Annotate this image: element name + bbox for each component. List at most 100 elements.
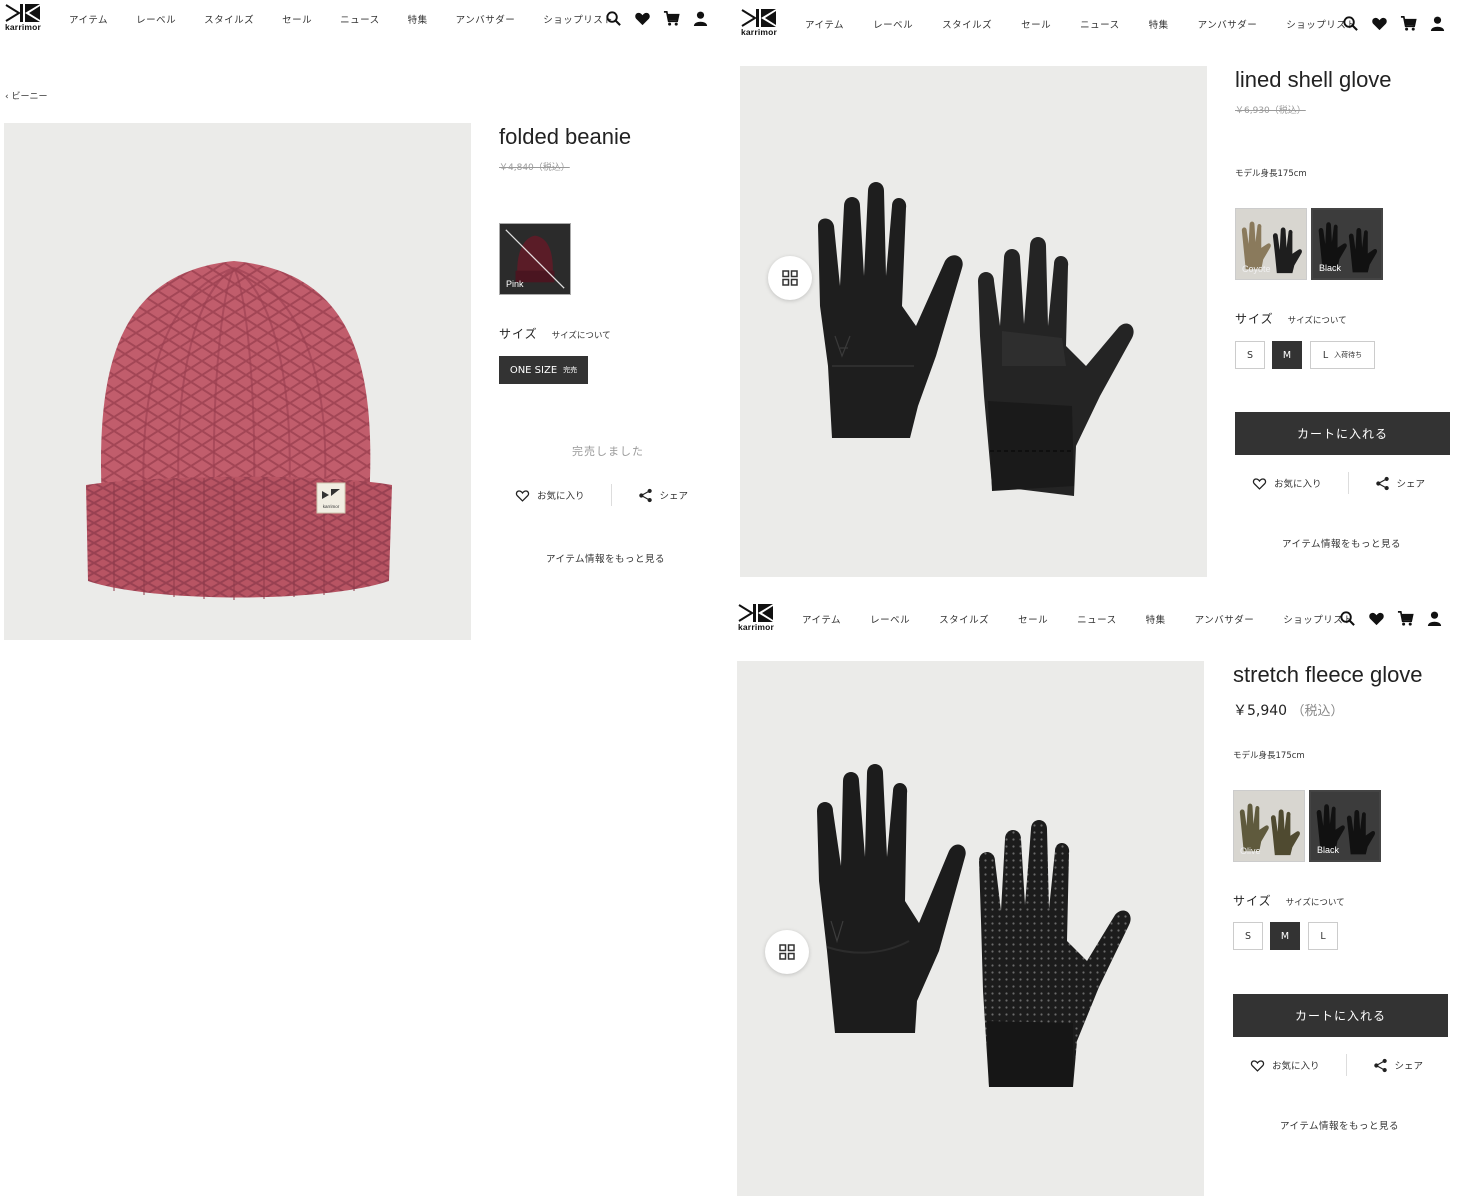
cart-icon[interactable] <box>663 10 680 27</box>
brand-logo[interactable]: karrimor <box>3 3 43 32</box>
heart-icon[interactable] <box>1368 610 1385 627</box>
account-icon[interactable] <box>1429 15 1446 32</box>
size-label: M <box>1282 349 1292 361</box>
nav-item-sale[interactable]: セール <box>1018 612 1048 626</box>
size-option-l[interactable]: L <box>1308 922 1338 950</box>
size-option-l[interactable]: L 入荷待ち <box>1310 341 1375 369</box>
main-nav: アイテム レーベル スタイルズ セール ニュース 特集 アンバサダー ショップリ… <box>69 12 613 26</box>
main-nav: アイテム レーベル スタイルズ セール ニュース 特集 アンバサダー ショップリ… <box>805 17 1356 31</box>
add-to-cart-button[interactable]: カートに入れる <box>1235 412 1450 455</box>
cart-icon[interactable] <box>1400 15 1417 32</box>
share-label: シェア <box>1394 1061 1424 1072</box>
more-item-info-link[interactable]: アイテム情報をもっと見る <box>1280 1118 1399 1132</box>
color-swatch-coyote[interactable]: Coyote <box>1235 208 1307 280</box>
color-swatch-pink[interactable]: Pink <box>499 223 571 295</box>
search-icon[interactable] <box>1339 610 1356 627</box>
heart-icon[interactable] <box>1371 15 1388 32</box>
share-button[interactable]: シェア <box>1375 476 1426 491</box>
size-option-m[interactable]: M <box>1272 341 1302 369</box>
more-item-info-link[interactable]: アイテム情報をもっと見る <box>1282 536 1401 550</box>
karrimor-logo-icon <box>738 604 773 622</box>
nav-item-items[interactable]: アイテム <box>805 17 844 31</box>
nav-item-features[interactable]: 特集 <box>1149 17 1169 31</box>
size-option-m[interactable]: M <box>1270 922 1300 950</box>
header-icons <box>605 10 709 27</box>
add-to-cart-button[interactable]: カートに入れる <box>1233 994 1448 1037</box>
logo-text: karrimor <box>737 622 775 632</box>
size-status: 完売 <box>563 366 578 374</box>
nav-item-styles[interactable]: スタイルズ <box>942 17 992 31</box>
site-header: karrimor アイテム レーベル スタイルズ セール ニュース 特集 アンバ… <box>733 596 1478 640</box>
zoom-button[interactable] <box>765 930 809 974</box>
nav-item-news[interactable]: ニュース <box>1077 612 1117 626</box>
size-header: サイズ サイズについて <box>499 325 611 342</box>
nav-item-news[interactable]: ニュース <box>340 12 380 26</box>
nav-item-styles[interactable]: スタイルズ <box>939 612 989 626</box>
site-header: karrimor アイテム レーベル スタイルズ セール ニュース 特集 アンバ… <box>736 0 1478 44</box>
product-image[interactable] <box>737 661 1204 1196</box>
nav-item-sale[interactable]: セール <box>1021 17 1051 31</box>
nav-item-features[interactable]: 特集 <box>408 12 428 26</box>
product-page-lined-shell-glove: karrimor アイテム レーベル スタイルズ セール ニュース 特集 アンバ… <box>736 0 1478 590</box>
nav-item-ambassador[interactable]: アンバサダー <box>1195 612 1255 626</box>
color-swatch-olive[interactable]: Olive <box>1233 790 1305 862</box>
nav-item-ambassador[interactable]: アンバサダー <box>1198 17 1258 31</box>
site-header: karrimor アイテム レーベル スタイルズ セール ニュース 特集 アンバ… <box>0 0 720 44</box>
share-label: シェア <box>1396 479 1426 490</box>
share-button[interactable]: シェア <box>638 488 688 503</box>
sold-out-notice: 完売しました <box>572 445 644 458</box>
account-icon[interactable] <box>1426 610 1443 627</box>
brand-logo[interactable]: karrimor <box>739 8 779 37</box>
nav-item-features[interactable]: 特集 <box>1146 612 1166 626</box>
zoom-button[interactable] <box>768 256 812 300</box>
nav-item-label[interactable]: レーベル <box>870 612 910 626</box>
favorite-button[interactable]: お気に入り <box>1250 1058 1320 1073</box>
product-image[interactable]: karrimor <box>4 123 471 640</box>
divider <box>1347 472 1349 494</box>
svg-text:karrimor: karrimor <box>323 504 340 509</box>
nav-item-shoplist[interactable]: ショップリスト <box>543 12 613 26</box>
karrimor-logo-icon <box>741 9 776 27</box>
size-guide-link[interactable]: サイズについて <box>552 329 611 341</box>
size-heading: サイズ <box>1235 312 1274 326</box>
size-label: L <box>1322 349 1329 361</box>
favorite-label: お気に入り <box>537 491 585 502</box>
nav-item-label[interactable]: レーベル <box>873 17 913 31</box>
size-option-one-size[interactable]: ONE SIZE 完売 <box>499 356 588 384</box>
nav-item-sale[interactable]: セール <box>282 12 312 26</box>
heart-icon[interactable] <box>634 10 651 27</box>
favorite-button[interactable]: お気に入り <box>1252 476 1322 491</box>
more-item-info-link[interactable]: アイテム情報をもっと見る <box>546 551 665 565</box>
nav-item-news[interactable]: ニュース <box>1080 17 1120 31</box>
beanie-image: karrimor <box>86 261 392 600</box>
size-guide-link[interactable]: サイズについて <box>1288 314 1347 326</box>
share-button[interactable]: シェア <box>1373 1058 1424 1073</box>
nav-item-styles[interactable]: スタイルズ <box>204 12 254 26</box>
brand-logo[interactable]: karrimor <box>736 603 776 632</box>
size-header: サイズ サイズについて <box>1233 892 1345 909</box>
account-icon[interactable] <box>692 10 709 27</box>
nav-item-items[interactable]: アイテム <box>69 12 108 26</box>
search-icon[interactable] <box>605 10 622 27</box>
size-status: 入荷待ち <box>1334 351 1363 359</box>
color-swatch-black[interactable]: Black <box>1309 790 1381 862</box>
color-swatch-black[interactable]: Black <box>1311 208 1383 280</box>
original-price: ￥6,930（税込） <box>1235 106 1306 116</box>
main-nav: アイテム レーベル スタイルズ セール ニュース 特集 アンバサダー ショップリ… <box>802 612 1353 626</box>
nav-item-ambassador[interactable]: アンバサダー <box>456 12 516 26</box>
nav-item-items[interactable]: アイテム <box>802 612 841 626</box>
header-icons <box>1339 610 1443 627</box>
product-actions: お気に入り シェア <box>1250 1054 1423 1076</box>
product-image[interactable] <box>740 66 1207 577</box>
size-option-s[interactable]: S <box>1233 922 1263 950</box>
size-guide-link[interactable]: サイズについて <box>1286 896 1345 908</box>
cart-icon[interactable] <box>1397 610 1414 627</box>
original-price: ￥4,840（税込） <box>499 163 570 173</box>
search-icon[interactable] <box>1342 15 1359 32</box>
favorite-button[interactable]: お気に入り <box>515 488 585 503</box>
size-label: L <box>1320 930 1326 942</box>
breadcrumb[interactable]: ‹ ビーニー <box>5 89 48 102</box>
nav-item-label[interactable]: レーベル <box>136 12 176 26</box>
share-icon <box>1373 1058 1387 1072</box>
size-option-s[interactable]: S <box>1235 341 1265 369</box>
